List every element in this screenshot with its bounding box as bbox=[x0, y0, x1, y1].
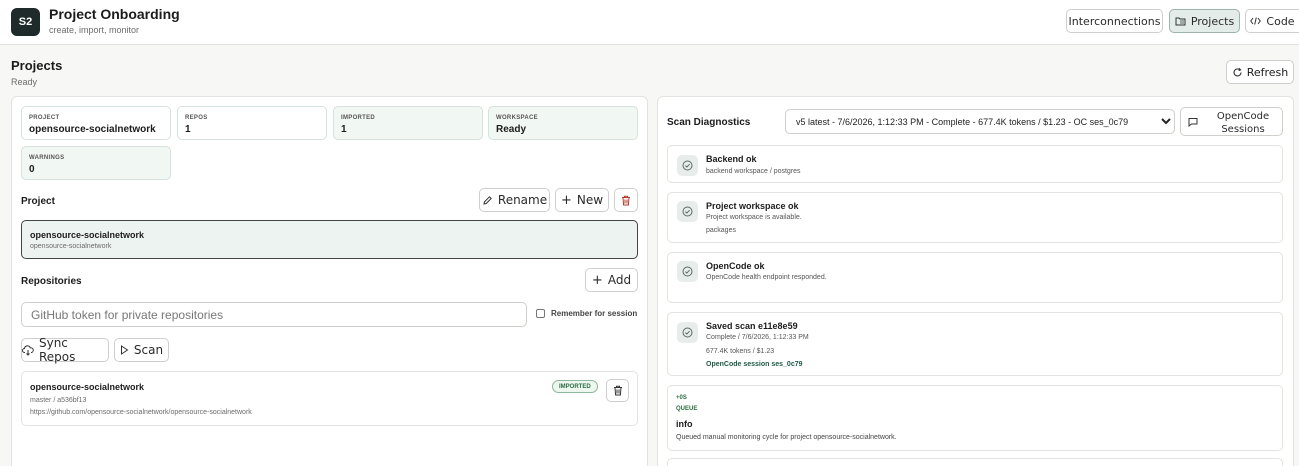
trash-icon bbox=[613, 385, 622, 396]
stat-key: WORKSPACE bbox=[496, 115, 538, 121]
stat-value: Ready bbox=[496, 124, 527, 135]
stat-key: WARNINGS bbox=[29, 155, 65, 161]
rename-label: Rename bbox=[497, 193, 548, 207]
delete-project-button[interactable] bbox=[614, 188, 638, 212]
play-icon bbox=[120, 345, 129, 355]
diagnostic-card-saved-scan: Saved scan e11e8e59 Complete / 7/6/2026,… bbox=[667, 312, 1283, 376]
nav-interconnections-button[interactable]: Interconnections bbox=[1066, 9, 1163, 33]
selected-project-card[interactable]: opensource-socialnetwork opensource-soci… bbox=[21, 220, 638, 259]
stat-key: PROJECT bbox=[29, 115, 60, 121]
event-time: +0S bbox=[676, 395, 687, 401]
stat-value: 1 bbox=[185, 124, 191, 135]
add-label: Add bbox=[607, 273, 632, 287]
app-subtitle: create, import, monitor bbox=[49, 25, 140, 35]
remember-label: Remember for session bbox=[551, 309, 638, 318]
code-icon bbox=[1250, 17, 1262, 25]
diagnostic-detail: OpenCode health endpoint responded. bbox=[706, 274, 827, 281]
diagnostic-title: OpenCode ok bbox=[706, 261, 765, 271]
remember-session-checkbox[interactable]: Remember for session bbox=[536, 309, 637, 318]
project-name: opensource-socialnetwork bbox=[30, 230, 145, 240]
event-tag: QUEUE bbox=[676, 406, 698, 412]
stat-project: PROJECT opensource-socialnetwork bbox=[21, 106, 171, 140]
add-repo-button[interactable]: + Add bbox=[585, 268, 638, 292]
event-message: Queued manual monitoring cycle for proje… bbox=[676, 434, 897, 441]
diagnostic-title: Project workspace ok bbox=[706, 201, 799, 211]
plus-icon: + bbox=[591, 272, 603, 288]
folder-icon bbox=[1175, 17, 1186, 26]
diagnostic-detail: 677.4K tokens / $1.23 bbox=[706, 348, 775, 355]
refresh-icon bbox=[1233, 67, 1242, 76]
opencode-session-link[interactable]: OpenCode session ses_0c79 bbox=[706, 361, 803, 368]
repo-url: https://github.com/opensource-socialnetw… bbox=[30, 409, 252, 416]
diagnostic-card-opencode: OpenCode ok OpenCode health endpoint res… bbox=[667, 252, 1283, 303]
sync-repos-button[interactable]: Sync Repos bbox=[21, 336, 109, 364]
plus-icon: + bbox=[560, 192, 572, 208]
opencode-sessions-button[interactable]: OpenCode Sessions bbox=[1180, 107, 1283, 136]
sync-label: Sync Repos bbox=[38, 336, 76, 364]
stat-repos: REPOS 1 bbox=[177, 106, 327, 140]
message-square-icon bbox=[1188, 118, 1198, 127]
nav-label: Projects bbox=[1190, 14, 1235, 28]
scan-button[interactable]: Scan bbox=[114, 338, 169, 362]
opencode-sessions-label: OpenCode Sessions bbox=[1216, 111, 1270, 135]
trash-icon bbox=[622, 195, 630, 205]
scan-label: Scan bbox=[133, 343, 164, 357]
project-slug: opensource-socialnetwork bbox=[30, 243, 112, 250]
stat-imported: IMPORTED 1 bbox=[333, 106, 483, 140]
diagnostics-title: Scan Diagnostics bbox=[667, 117, 751, 128]
diagnostic-title: Backend ok bbox=[706, 154, 757, 164]
repo-name: opensource-socialnetwork bbox=[30, 382, 145, 392]
nav-label: Code bbox=[1266, 14, 1295, 28]
repo-branch: master / a536bf13 bbox=[30, 397, 87, 404]
stat-value: 0 bbox=[29, 164, 35, 175]
page-title: Projects bbox=[11, 58, 63, 73]
check-circle-icon bbox=[677, 322, 698, 343]
checkbox-box[interactable] bbox=[536, 309, 545, 318]
rename-button[interactable]: Rename bbox=[479, 188, 550, 212]
new-project-button[interactable]: + New bbox=[555, 188, 609, 212]
diagnostic-detail: backend workspace / postgres bbox=[706, 168, 801, 175]
stat-workspace: WORKSPACE Ready bbox=[488, 106, 638, 140]
app-logo: S2 bbox=[11, 8, 40, 36]
stat-value: opensource-socialnetwork bbox=[29, 124, 156, 135]
refresh-label: Refresh bbox=[1246, 65, 1289, 79]
scan-select[interactable]: v5 latest - 7/6/2026, 1:12:33 PM - Compl… bbox=[785, 109, 1175, 134]
event-card-next bbox=[667, 458, 1283, 466]
cloud-sync-icon bbox=[22, 344, 34, 356]
pencil-icon bbox=[483, 195, 492, 205]
diagnostic-detail: packages bbox=[706, 227, 736, 234]
stat-warnings: WARNINGS 0 bbox=[21, 146, 171, 180]
project-heading: Project bbox=[21, 196, 55, 207]
stat-value: 1 bbox=[341, 124, 347, 135]
diagnostic-title: Saved scan e11e8e59 bbox=[706, 321, 798, 331]
app-title: Project Onboarding bbox=[49, 6, 180, 22]
nav-label: Interconnections bbox=[1068, 14, 1161, 28]
delete-repo-button[interactable] bbox=[606, 379, 629, 402]
new-label: New bbox=[576, 193, 604, 207]
event-level: info bbox=[676, 419, 693, 429]
github-token-input[interactable] bbox=[21, 302, 527, 327]
check-circle-icon bbox=[677, 261, 698, 282]
top-bar: S2 Project Onboarding create, import, mo… bbox=[0, 0, 1299, 45]
refresh-button[interactable]: Refresh bbox=[1226, 60, 1294, 84]
repositories-heading: Repositories bbox=[21, 276, 82, 287]
event-card: +0S QUEUE info Queued manual monitoring … bbox=[667, 385, 1283, 451]
diagnostic-card-workspace: Project workspace ok Project workspace i… bbox=[667, 192, 1283, 243]
repo-list-item: opensource-socialnetwork master / a536bf… bbox=[21, 371, 638, 426]
check-circle-icon bbox=[677, 201, 698, 222]
nav-projects-button[interactable]: Projects bbox=[1169, 9, 1240, 33]
diagnostic-card-backend: Backend ok backend workspace / postgres bbox=[667, 145, 1283, 183]
stat-key: REPOS bbox=[185, 115, 208, 121]
page-status: Ready bbox=[11, 77, 38, 87]
diagnostic-detail: Project workspace is available. bbox=[706, 214, 802, 221]
diagnostic-detail: Complete / 7/6/2026, 1:12:33 PM bbox=[706, 334, 809, 341]
nav-code-button[interactable]: Code bbox=[1245, 9, 1299, 33]
imported-badge: IMPORTED bbox=[552, 380, 598, 393]
check-circle-icon bbox=[677, 155, 698, 176]
stat-key: IMPORTED bbox=[341, 115, 376, 121]
